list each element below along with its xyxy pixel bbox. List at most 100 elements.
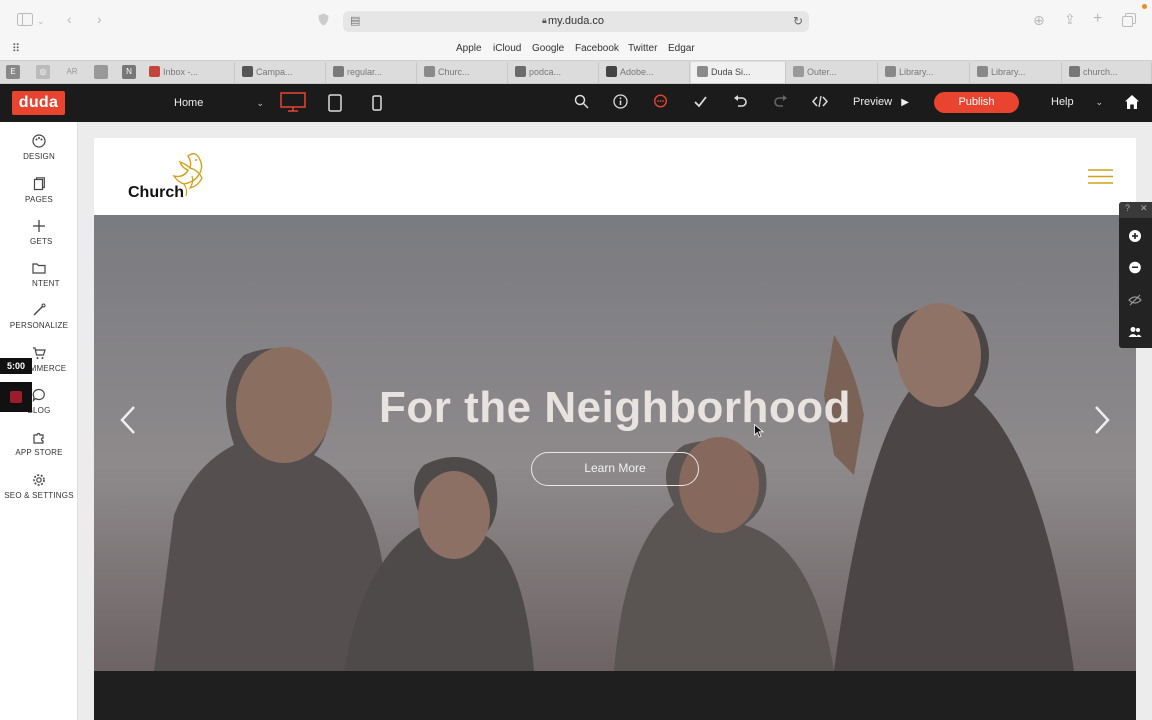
desktop-view-icon[interactable] <box>280 92 306 114</box>
floating-tools-header: ? ✕ <box>1119 202 1152 218</box>
hero-slider[interactable]: For the Neighborhood Learn More <box>94 215 1136 671</box>
sidebar-toggle-icon[interactable] <box>17 13 33 26</box>
record-widget[interactable] <box>0 382 32 412</box>
close-icon[interactable]: ✕ <box>1140 203 1148 214</box>
share-icon[interactable]: ⇪ <box>1064 12 1076 26</box>
favorite-apple[interactable]: Apple <box>456 43 482 54</box>
search-icon[interactable] <box>574 94 589 109</box>
church-logo[interactable]: Church <box>128 153 218 204</box>
url-text: my.duda.co <box>547 15 605 27</box>
hide-icon[interactable] <box>1128 293 1142 307</box>
mobile-view-icon[interactable] <box>364 92 390 114</box>
publish-button[interactable]: Publish <box>934 92 1019 113</box>
browser-tab[interactable]: Adobe... <box>600 62 690 83</box>
sidebar-item-label: GETS <box>30 237 53 246</box>
chevron-down-icon: ⌄ <box>256 98 264 108</box>
tab-favicon-icon <box>333 66 344 77</box>
preview-button[interactable]: Preview ▶ <box>853 94 909 111</box>
sidebar-item-pages[interactable]: PAGES <box>0 177 78 215</box>
help-button[interactable]: Help ⌄ <box>1039 94 1109 111</box>
pinned-tab[interactable]: AR <box>63 65 81 79</box>
editor-toolbar: duda Home ⌄ Preview ▶ Publish Help ⌄ <box>0 84 1152 122</box>
logo-text: Church <box>128 184 184 201</box>
tab-favicon-icon <box>606 66 617 77</box>
tab-favicon-icon <box>424 66 435 77</box>
address-bar[interactable]: ▤ 🔒︎ my.duda.co ↻ <box>343 11 809 32</box>
reload-icon[interactable]: ↻ <box>793 14 803 28</box>
slider-next-icon[interactable] <box>1092 403 1112 437</box>
tab-label: church... <box>1083 67 1118 77</box>
browser-tab[interactable]: Inbox -... <box>143 62 235 83</box>
tab-favicon-icon <box>149 66 160 77</box>
page-selector[interactable]: Home ⌄ <box>166 92 270 114</box>
users-icon[interactable] <box>1128 325 1142 339</box>
home-icon[interactable] <box>1124 93 1140 111</box>
downloads-icon[interactable]: ⊕ <box>1033 13 1045 27</box>
sidebar-item-label: NTENT <box>32 279 60 288</box>
tab-overview-icon[interactable] <box>1122 13 1136 27</box>
slider-prev-icon[interactable] <box>118 403 138 437</box>
sidebar-item-ntent[interactable]: NTENT <box>0 261 78 299</box>
browser-tab[interactable]: regular... <box>327 62 417 83</box>
favorite-edgar[interactable]: Edgar <box>668 43 695 54</box>
browser-tab[interactable]: church... <box>1063 62 1152 83</box>
checkmark-icon[interactable] <box>693 94 708 109</box>
help-label: Help <box>1051 96 1074 108</box>
favorite-google[interactable]: Google <box>532 43 564 54</box>
sidebar-item-label: PAGES <box>25 195 53 204</box>
browser-tab[interactable]: Outer... <box>787 62 878 83</box>
pinned-tab-icon[interactable]: N <box>122 65 136 79</box>
stop-record-icon[interactable] <box>10 391 22 403</box>
zoom-in-icon[interactable] <box>1128 229 1142 243</box>
sidebar-item-seo-settings[interactable]: SEO & SETTINGS <box>0 473 78 511</box>
favorite-twitter[interactable]: Twitter <box>628 43 657 54</box>
browser-tab[interactable]: podca... <box>509 62 599 83</box>
sidebar-item-design[interactable]: DESIGN <box>0 134 78 172</box>
tab-label: Inbox -... <box>163 67 199 77</box>
sidebar-item-label: SEO & SETTINGS <box>4 491 74 500</box>
forward-icon[interactable]: › <box>97 12 102 26</box>
info-icon[interactable] <box>613 94 628 109</box>
chevron-down-icon: ⌄ <box>1095 97 1103 107</box>
learn-more-button[interactable]: Learn More <box>531 452 699 486</box>
plus-icon <box>33 220 45 232</box>
favorite-icloud[interactable]: iCloud <box>493 43 521 54</box>
duda-logo[interactable]: duda <box>12 91 65 115</box>
hero-headline[interactable]: For the Neighborhood <box>94 383 1136 433</box>
shield-icon[interactable] <box>318 13 329 26</box>
comments-icon[interactable] <box>653 94 668 109</box>
code-icon[interactable] <box>812 94 828 109</box>
next-section-strip[interactable] <box>94 671 1136 720</box>
tab-favicon-icon <box>977 66 988 77</box>
browser-tab[interactable]: Library... <box>971 62 1062 83</box>
site-header[interactable]: Church <box>94 138 1136 215</box>
preview-label: Preview <box>853 96 893 108</box>
sidebar-chevron-icon[interactable]: ⌄ <box>37 14 45 28</box>
sidebar-item-gets[interactable]: GETS <box>0 219 78 257</box>
browser-tab[interactable]: Duda Si... <box>691 62 786 83</box>
tab-label: Campa... <box>256 67 293 77</box>
pinned-tab-icon[interactable]: ◎ <box>36 65 50 79</box>
sidebar-item-app-store[interactable]: APP STORE <box>0 430 78 468</box>
browser-tab[interactable]: Library... <box>879 62 970 83</box>
favorite-facebook[interactable]: Facebook <box>575 43 619 54</box>
pinned-tab-icon[interactable] <box>94 65 108 79</box>
page-selector-value: Home <box>174 97 204 109</box>
chat-icon[interactable] <box>1128 261 1142 275</box>
pinned-tab[interactable]: E <box>6 65 20 79</box>
question-icon[interactable]: ? <box>1125 203 1130 213</box>
browser-tab[interactable]: Campa... <box>236 62 326 83</box>
hamburger-menu-icon[interactable] <box>1088 168 1113 185</box>
tab-label: Duda Si... <box>711 67 751 77</box>
sidebar-item-label: PERSONALIZE <box>9 321 69 330</box>
sidebar-item-label: APP STORE <box>15 448 63 457</box>
tablet-view-icon[interactable] <box>322 92 348 114</box>
timer-badge: 5:00 <box>0 358 32 374</box>
grid-icon[interactable]: ⠿ <box>12 42 20 55</box>
browser-tab[interactable]: Churc... <box>418 62 508 83</box>
sidebar-item-personalize[interactable]: PERSONALIZE <box>0 303 78 341</box>
redo-icon[interactable] <box>773 94 788 109</box>
new-tab-icon[interactable]: + <box>1093 11 1102 27</box>
undo-icon[interactable] <box>733 94 748 109</box>
back-icon[interactable]: ‹ <box>67 12 72 26</box>
